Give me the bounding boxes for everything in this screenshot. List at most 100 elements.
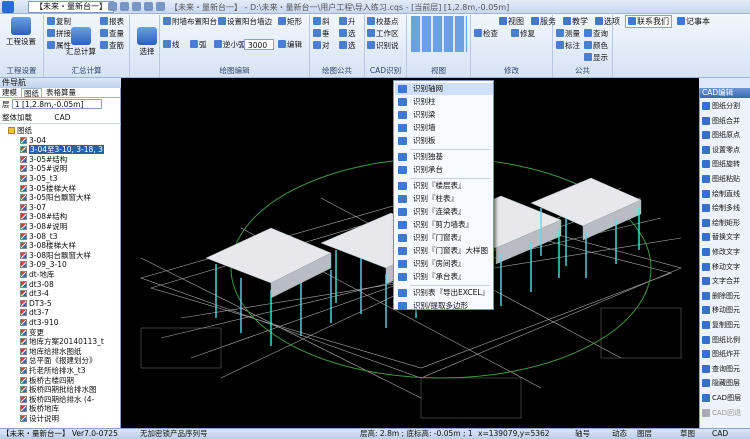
cad-edit-item[interactable]: 复制图元 [701,319,750,331]
copy-button[interactable]: 复制 [47,16,71,27]
cad-edit-item[interactable]: 图纸原点 [701,129,750,141]
vertical-button[interactable]: 垂 [313,28,330,39]
tree-item[interactable]: 托老所给排水_t3 [20,366,85,376]
menu-item-recognize[interactable]: 识别独基 [395,151,493,163]
view-toolbar-icons[interactable] [411,16,467,52]
menu-item-recognize[interactable]: 识别『柱表』 [395,193,493,205]
menu-item-recognize[interactable]: 识别墙 [395,122,493,134]
recognize-button[interactable]: 识别说 [367,40,399,51]
cad-edit-item[interactable]: 绘制多线 [701,202,750,214]
choose2-button[interactable]: 选 [339,40,356,51]
align-button[interactable]: 对 [313,40,330,51]
raise-button[interactable]: 升 [339,16,356,27]
calibrate-base-point-button[interactable]: 校基点 [367,16,399,27]
tree-item[interactable]: 3-05_t3 [20,174,57,184]
menu-item-recognize[interactable]: 识别『门窗表』 [395,232,493,244]
annotate-button[interactable]: 标注 [556,40,580,51]
tree-item[interactable]: dt3-7 [20,308,49,318]
balcony-edge-button[interactable]: 设置阳台墙边 [218,16,272,27]
work-area-button[interactable]: 工作区 [367,28,399,39]
add-cad-button[interactable]: CAD [54,113,70,122]
menu-service[interactable]: 服务 [529,16,558,27]
status-layer-toggle[interactable]: 图层 [637,429,652,439]
cad-edit-item[interactable]: 隐藏图层 [701,377,750,389]
tree-item[interactable]: 地库方案20140113_t [20,337,104,347]
status-sketch-toggle[interactable]: 草图 [680,429,695,439]
menu-item-recognize[interactable]: 识别柱 [395,96,493,108]
tree-item[interactable]: dt3-910 [20,318,59,328]
measure-button[interactable]: 测量 [556,28,580,39]
report-button[interactable]: 报表 [100,16,124,27]
inquire-button[interactable]: 查询 [584,28,608,39]
tree-item[interactable]: dt3-08 [20,280,54,290]
arc-button[interactable]: 弧 [190,39,207,50]
tree-item[interactable]: dt-地库 [20,270,54,280]
status-cad-toggle[interactable]: CAD [712,429,728,439]
status-axis-toggle[interactable]: 轴号 [575,429,590,439]
tree-item[interactable]: 3-08#结构 [20,212,67,222]
menu-item-recognize[interactable]: 识别『楼层表』 [395,180,493,192]
color-button[interactable]: 颜色 [584,40,608,51]
query-quantity-button[interactable]: 查量 [100,28,124,39]
menu-item-recognize[interactable]: 识别『承台表』 [395,271,493,283]
tree-item[interactable]: 3-08阳台飘窗大样 [20,251,91,261]
redo-icon[interactable] [132,2,141,11]
summary-calc-button[interactable]: 汇总计算 [64,27,98,65]
tree-item[interactable]: 3-04至3-10, 3-18, 3 [20,145,104,155]
app-logo-icon[interactable] [2,1,14,13]
menu-item-recognize[interactable]: 识别板 [395,135,493,147]
cad-edit-item[interactable]: 图纸分割 [701,100,750,112]
tree-item[interactable]: 3-05阳台飘窗大样 [20,193,91,203]
query-rebar-button[interactable]: 查筋 [100,40,124,51]
wall-balcony-button[interactable]: 附墙布置阳台 [163,16,217,27]
menu-teaching[interactable]: 教学 [561,16,590,27]
radius-spinner[interactable]: 3000 [244,39,274,50]
tree-item[interactable]: dt3-4 [20,289,49,299]
tree-item[interactable]: 设计说明 [20,414,59,424]
line-button[interactable]: 线 [163,39,180,50]
floor-dropdown[interactable]: 1 [1,2.8m,-0.05m] [11,99,102,109]
edit-button[interactable]: 编辑 [278,39,302,50]
quick-access-tab[interactable]: 【未来・量新台一】 [28,1,114,13]
save-icon[interactable] [108,2,117,11]
menu-item-recognize[interactable]: 识别表『导出EXCEL』 [395,287,493,299]
cad-edit-item[interactable]: CAD图层 [701,392,750,404]
project-settings-button[interactable]: 工程设置 [6,17,36,55]
dropdown-icon[interactable] [156,2,165,11]
cad-edit-item[interactable]: 绘制矩形 [701,217,750,229]
display-button[interactable]: 显示 [584,52,608,63]
cad-edit-item[interactable]: 设置零点 [701,144,750,156]
cad-edit-item[interactable]: 图纸比例 [701,334,750,346]
tree-item[interactable]: DT3-5 [20,299,52,309]
cad-edit-item[interactable]: 图纸合并 [701,115,750,127]
tab-table-calc[interactable]: 表格算量 [44,88,78,97]
tree-item[interactable]: 3-05#说明 [20,164,67,174]
tree-item[interactable]: 总平面《报建划分》 [20,356,97,366]
cad-edit-item[interactable]: 替换文字 [701,231,750,243]
cad-edit-item[interactable]: 查询图元 [701,363,750,375]
menu-item-recognize[interactable]: 识别梁 [395,109,493,121]
cad-edit-item[interactable]: 移动图元 [701,304,750,316]
tree-item[interactable]: 3-09_3-10 [20,260,67,270]
tree-folder[interactable]: 图纸 [8,126,32,136]
load-all-button[interactable]: 整体加载 [2,113,32,122]
menu-contact[interactable]: 联系我们 [625,14,672,28]
undo-icon[interactable] [120,2,129,11]
menu-options[interactable]: 选项 [593,16,622,27]
rectangle-button[interactable]: 矩形 [278,16,302,27]
cad-edit-item[interactable]: 删除图元 [701,290,750,302]
cad-edit-item[interactable]: 移动文字 [701,261,750,273]
repair-button[interactable]: 修复 [511,28,535,39]
menu-notepad[interactable]: 记事本 [675,16,712,27]
menu-item-recognize[interactable]: 识别『剪力墙表』 [395,219,493,231]
quick-access-toolbar[interactable] [108,2,168,12]
menu-item-recognize[interactable]: 识别『门窗表』大样图 [395,245,493,257]
cad-edit-item[interactable]: 修改文字 [701,246,750,258]
tree-item[interactable]: 板桥四期批给排水图 [20,385,97,395]
select-button[interactable]: 选择 [132,27,162,65]
menu-view[interactable]: 视图 [497,16,526,27]
tree-item[interactable]: 3-08#说明 [20,222,67,232]
cad-edit-item[interactable]: 图纸炸开 [701,348,750,360]
menu-item-recognize[interactable]: 识别『连梁表』 [395,206,493,218]
tree-item[interactable]: 3-04 [20,136,46,146]
